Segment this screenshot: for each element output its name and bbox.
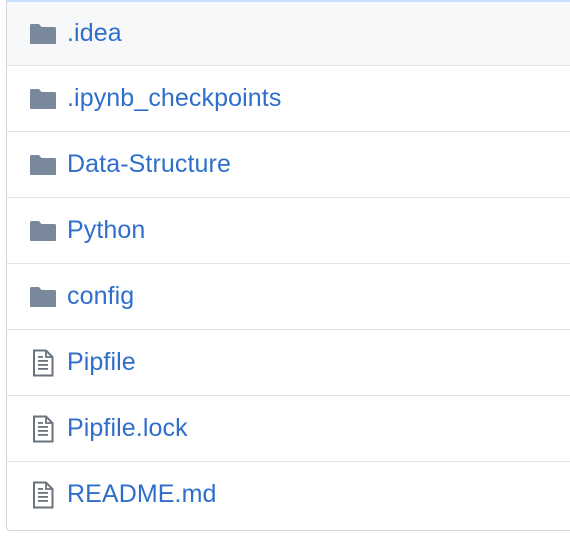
file-row-readme[interactable]: README.md (7, 461, 570, 527)
folder-row-idea[interactable]: .idea (7, 2, 570, 65)
folder-row-data-structure[interactable]: Data-Structure (7, 131, 570, 197)
folder-name[interactable]: Python (67, 216, 145, 245)
file-text-icon (28, 349, 58, 377)
folder-name[interactable]: config (67, 282, 134, 311)
file-list: .idea .ipynb_checkpoints Data-Structure … (6, 0, 570, 531)
folder-name[interactable]: .ipynb_checkpoints (67, 84, 281, 113)
folder-row-ipynb-checkpoints[interactable]: .ipynb_checkpoints (7, 65, 570, 131)
file-name[interactable]: Pipfile (67, 348, 136, 377)
folder-icon (28, 151, 58, 179)
file-row-pipfile-lock[interactable]: Pipfile.lock (7, 395, 570, 461)
file-text-icon (28, 481, 58, 509)
file-row-pipfile[interactable]: Pipfile (7, 329, 570, 395)
folder-icon (28, 283, 58, 311)
folder-icon (28, 217, 58, 245)
folder-name[interactable]: Data-Structure (67, 150, 231, 179)
folder-row-config[interactable]: config (7, 263, 570, 329)
folder-icon (28, 20, 58, 48)
file-name[interactable]: Pipfile.lock (67, 414, 188, 443)
folder-row-python[interactable]: Python (7, 197, 570, 263)
folder-icon (28, 85, 58, 113)
folder-name[interactable]: .idea (67, 19, 122, 48)
file-name[interactable]: README.md (67, 480, 217, 509)
file-text-icon (28, 415, 58, 443)
